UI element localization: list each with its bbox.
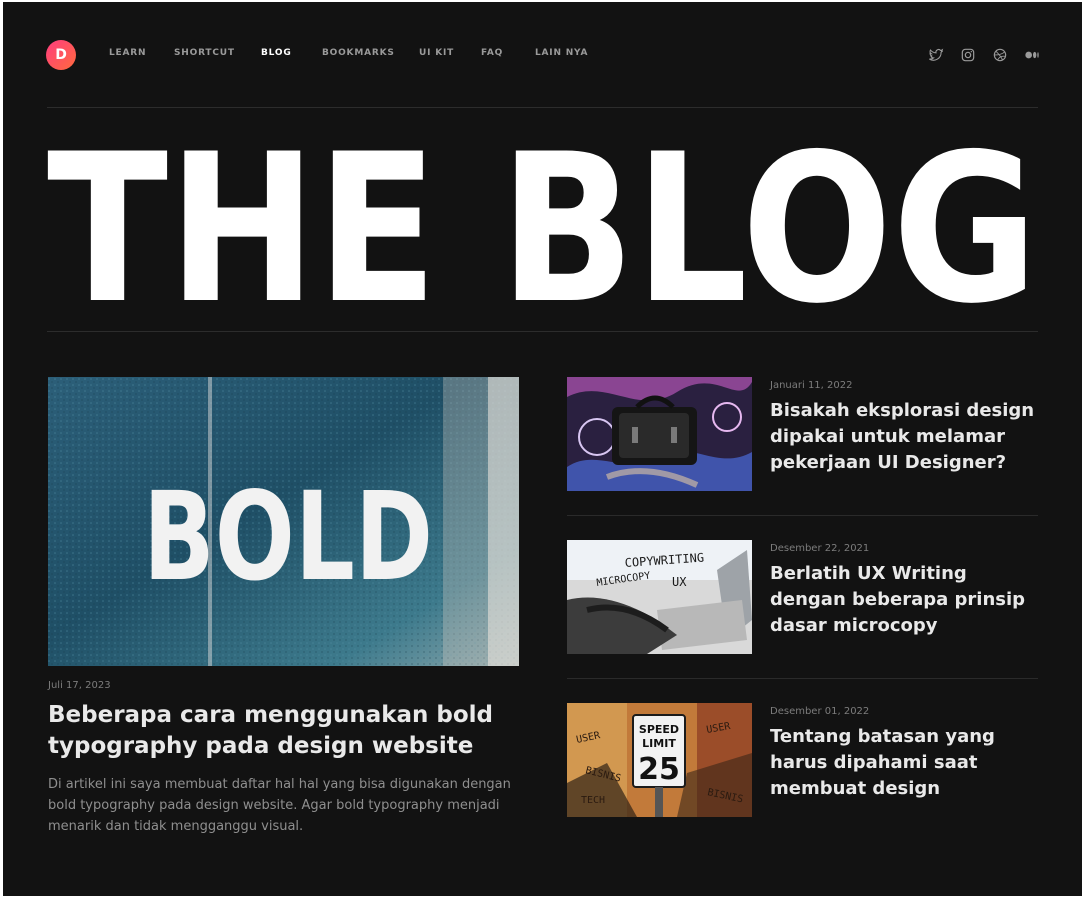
divider [567, 678, 1038, 679]
instagram-icon[interactable] [959, 46, 977, 64]
nav-bookmarks[interactable]: BOOKMARKS [322, 48, 395, 58]
post-title[interactable]: Berlatih UX Writing dengan beberapa prin… [770, 561, 1040, 639]
post-image-text: LIMIT [642, 737, 676, 750]
medium-icon[interactable] [1023, 46, 1041, 64]
featured-excerpt: Di artikel ini saya membuat daftar hal h… [48, 777, 511, 834]
post-title[interactable]: Tentang batasan yang harus dipahami saat… [770, 724, 1040, 802]
post-date: Desember 01, 2022 [770, 706, 870, 717]
featured-image[interactable]: BOLD [48, 377, 519, 666]
divider [47, 331, 1038, 332]
nav-learn[interactable]: LEARN [109, 48, 146, 58]
nav-shortcut[interactable]: SHORTCUT [174, 48, 235, 58]
post-date: Januari 11, 2022 [770, 380, 853, 391]
page-title: THE BLOG [47, 124, 1038, 314]
divider [567, 515, 1038, 516]
nav-faq[interactable]: FAQ [481, 48, 503, 58]
nav-blog[interactable]: BLOG [261, 48, 292, 58]
post-title[interactable]: Bisakah eksplorasi design dipakai untuk … [770, 398, 1040, 476]
post-image-text: 25 [638, 752, 680, 787]
hero-title-text: THE BLOG [47, 124, 1038, 314]
featured-title[interactable]: Beberapa cara menggunakan bold typograph… [48, 700, 518, 762]
page: D LEARN SHORTCUT BLOG BOOKMARKS UI KIT F… [3, 2, 1082, 896]
post-thumbnail[interactable]: SPEED LIMIT 25 USER BISNIS TECH USER BIS… [567, 703, 752, 817]
nav-ui-kit[interactable]: UI KIT [419, 48, 454, 58]
post-image-text: UX [672, 575, 687, 589]
post-image-text: TECH [581, 795, 605, 806]
post-image-text: SPEED [639, 723, 679, 736]
post-thumbnail[interactable]: COPYWRITING MICROCOPY UX [567, 540, 752, 654]
twitter-icon[interactable] [927, 46, 945, 64]
featured-image-text: BOLD [143, 466, 433, 608]
divider [47, 107, 1038, 108]
nav-lain-nya[interactable]: LAIN NYA [535, 48, 588, 58]
post-date: Desember 22, 2021 [770, 543, 870, 554]
dribbble-icon[interactable] [991, 46, 1009, 64]
logo[interactable]: D [46, 40, 76, 70]
post-thumbnail[interactable] [567, 377, 752, 491]
featured-date: Juli 17, 2023 [48, 680, 111, 691]
